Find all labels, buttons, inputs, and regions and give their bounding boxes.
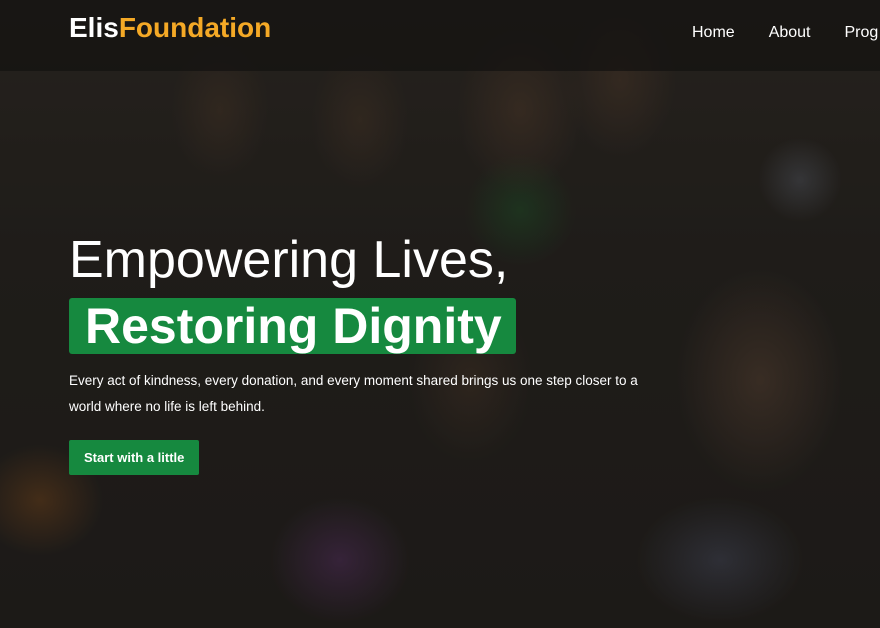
cta-button[interactable]: Start with a little [69, 440, 200, 475]
nav-links: Home About Prog [692, 24, 880, 42]
hero-headline-line2: Restoring Dignity [85, 298, 502, 354]
brand-name-part1: Elis [69, 12, 119, 43]
hero-headline-highlight: Restoring Dignity [69, 298, 516, 354]
brand-logo[interactable]: ElisFoundation [69, 12, 271, 44]
hero-section: ElisFoundation Home About Prog Empowerin… [0, 0, 880, 628]
nav-link-programs[interactable]: Prog [845, 24, 879, 42]
navbar: ElisFoundation Home About Prog [0, 0, 880, 71]
hero-headline-line1: Empowering Lives, [69, 231, 509, 289]
brand-name-part2: Foundation [118, 12, 272, 43]
hero-content: Empowering Lives, Restoring Dignity Ever… [69, 230, 669, 475]
hero-subtext: Every act of kindness, every donation, a… [69, 373, 638, 414]
nav-link-home[interactable]: Home [692, 24, 735, 42]
nav-link-about[interactable]: About [769, 24, 811, 42]
